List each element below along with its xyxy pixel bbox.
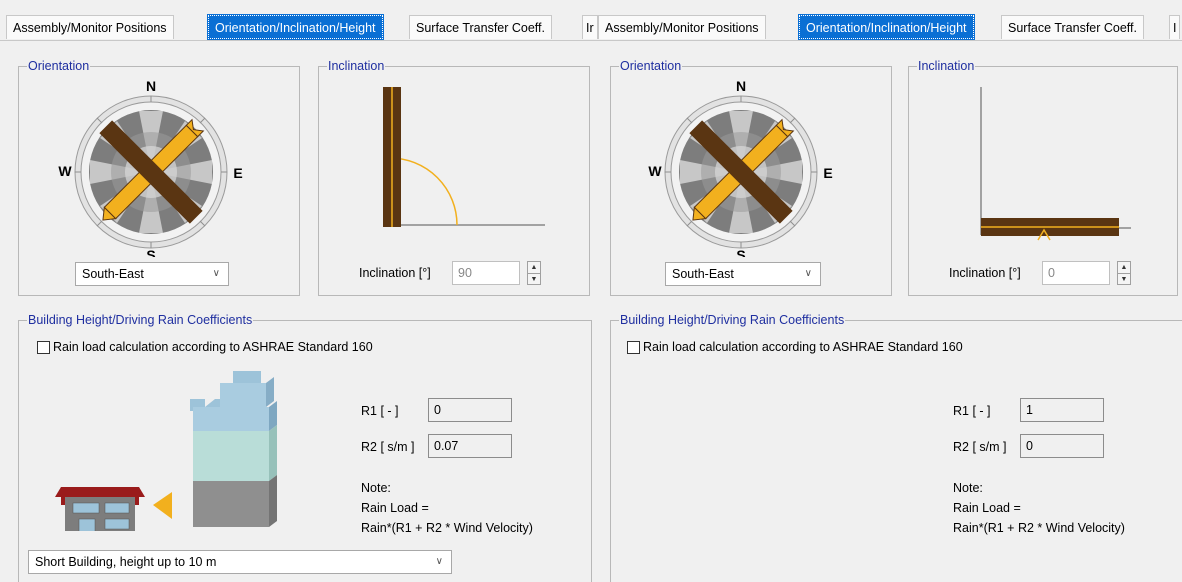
spin-up-icon[interactable]: ▲ — [1118, 262, 1130, 273]
ashrae-checkbox[interactable] — [627, 340, 640, 354]
compass-s-label: S — [146, 247, 155, 257]
building-illustration — [55, 371, 277, 531]
inclination-input[interactable]: 0 — [1042, 261, 1110, 285]
compass-e-label: E — [823, 165, 832, 181]
note-line-3: Rain*(R1 + R2 * Wind Velocity) — [361, 521, 533, 535]
spin-up-icon[interactable]: ▲ — [528, 262, 540, 273]
r2-input[interactable]: 0 — [1020, 434, 1104, 458]
building-height-select[interactable]: Short Building, height up to 10 m ∨ — [28, 550, 452, 574]
r2-label: R2 [ s/m ] — [361, 440, 415, 454]
tab-divider — [598, 40, 1182, 41]
r1-label: R1 [ - ] — [953, 404, 991, 418]
tab-truncated[interactable]: Ir — [582, 15, 598, 39]
note-line-3: Rain*(R1 + R2 * Wind Velocity) — [953, 521, 1125, 535]
compass[interactable]: N S W E — [611, 67, 893, 257]
r2-label: R2 [ s/m ] — [953, 440, 1007, 454]
left-pane: Assembly/Monitor Positions Orientation/I… — [0, 0, 598, 582]
compass-n-label: N — [736, 78, 746, 94]
note-line-2: Rain Load = — [953, 501, 1021, 515]
compass-w-label: W — [648, 163, 662, 179]
inclination-spinner[interactable]: ▲ ▼ — [527, 261, 541, 285]
building-height-value: Short Building, height up to 10 m — [35, 555, 217, 569]
note-line-2: Rain Load = — [361, 501, 429, 515]
orientation-group: Orientation N S W E South-East ∨ — [610, 59, 893, 296]
chevron-down-icon: ∨ — [212, 268, 220, 279]
ashrae-checkbox-label: Rain load calculation according to ASHRA… — [643, 340, 963, 354]
orientation-select[interactable]: South-East ∨ — [75, 262, 229, 286]
inclination-group: Inclination Inclination [°] 90 ▲ ▼ — [318, 59, 590, 296]
rain-note: Note: Rain Load = Rain*(R1 + R2 * Wind V… — [361, 478, 533, 538]
orientation-select-value: South-East — [82, 267, 144, 281]
tab-surface-transfer[interactable]: Surface Transfer Coeff. — [409, 15, 552, 39]
tab-divider — [0, 40, 598, 41]
r2-input[interactable]: 0.07 — [428, 434, 512, 458]
r1-input[interactable]: 0 — [428, 398, 512, 422]
chevron-down-icon: ∨ — [435, 556, 443, 567]
inclination-label: Inclination [°] — [359, 266, 431, 280]
r1-input[interactable]: 1 — [1020, 398, 1104, 422]
tab-assembly-monitor[interactable]: Assembly/Monitor Positions — [598, 15, 766, 39]
tab-assembly-monitor[interactable]: Assembly/Monitor Positions — [6, 15, 174, 39]
inclination-diagram — [383, 87, 545, 227]
spin-down-icon[interactable]: ▼ — [1118, 273, 1130, 284]
inclination-input[interactable]: 90 — [452, 261, 520, 285]
tab-strip: Assembly/Monitor Positions Orientation/I… — [0, 0, 598, 42]
inclination-diagram — [980, 87, 1131, 241]
rain-note: Note: Rain Load = Rain*(R1 + R2 * Wind V… — [953, 478, 1125, 538]
orientation-select-value: South-East — [672, 267, 734, 281]
inclination-label: Inclination [°] — [949, 266, 1021, 280]
building-group: Building Height/Driving Rain Coefficient… — [610, 313, 1182, 582]
inclination-spinner[interactable]: ▲ ▼ — [1117, 261, 1131, 285]
compass-n-label: N — [146, 78, 156, 94]
note-line-1: Note: — [361, 481, 391, 495]
inclination-group: Inclination Inclination [°] 0 ▲ ▼ — [908, 59, 1178, 296]
tab-truncated[interactable]: I — [1169, 15, 1181, 39]
tab-orientation-inclination-height[interactable]: Orientation/Inclination/Height — [207, 14, 384, 40]
ashrae-checkbox-row[interactable]: Rain load calculation according to ASHRA… — [627, 340, 963, 354]
note-line-1: Note: — [953, 481, 983, 495]
compass-e-label: E — [233, 165, 242, 181]
orientation-group: Orientation N S W E South-East ∨ — [18, 59, 301, 296]
building-group: Building Height/Driving Rain Coefficient… — [18, 313, 592, 582]
compass[interactable]: N S W E — [19, 67, 301, 257]
spin-down-icon[interactable]: ▼ — [528, 273, 540, 284]
orientation-select[interactable]: South-East ∨ — [665, 262, 821, 286]
compass-s-label: S — [736, 247, 745, 257]
building-legend: Building Height/Driving Rain Coefficient… — [619, 313, 846, 328]
tab-strip: Assembly/Monitor Positions Orientation/I… — [598, 0, 1182, 42]
tab-surface-transfer[interactable]: Surface Transfer Coeff. — [1001, 15, 1144, 39]
r1-label: R1 [ - ] — [361, 404, 399, 418]
tab-orientation-inclination-height[interactable]: Orientation/Inclination/Height — [798, 14, 975, 40]
right-pane: Assembly/Monitor Positions Orientation/I… — [598, 0, 1182, 582]
chevron-down-icon: ∨ — [804, 268, 812, 279]
compass-w-label: W — [58, 163, 72, 179]
